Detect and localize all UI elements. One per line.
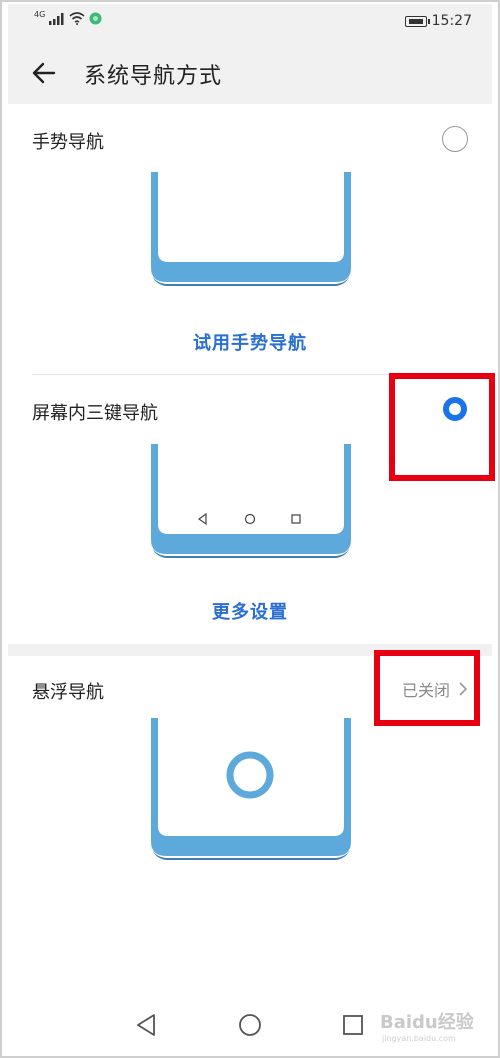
option-three-key-label: 屏幕内三键导航 (32, 403, 158, 424)
option-floating-label: 悬浮导航 (32, 682, 104, 703)
back-button[interactable] (28, 56, 62, 90)
page-title: 系统导航方式 (84, 64, 223, 89)
three-key-illustration (146, 444, 356, 558)
circle-home-icon (244, 513, 256, 525)
nav-back-button[interactable] (134, 1012, 160, 1038)
floating-illustration (146, 718, 356, 860)
network-type: 4G (34, 10, 46, 19)
app-notification-icon (89, 12, 102, 25)
try-gesture-link[interactable]: 试用手势导航 (0, 329, 500, 355)
watermark-url: jingyan.baidu.com (382, 1034, 456, 1043)
more-settings-link[interactable]: 更多设置 (0, 598, 500, 624)
status-left: 4G (34, 10, 102, 25)
app-header: 系统导航方式 (8, 40, 492, 104)
back-triangle-icon (137, 1014, 155, 1036)
status-time: 15:27 (431, 13, 472, 29)
status-right: 15:27 (404, 13, 472, 29)
triangle-back-icon (197, 512, 207, 526)
floating-ball-icon (226, 751, 274, 799)
highlight-three-key-radio (389, 373, 495, 481)
square-recent-icon (291, 514, 301, 524)
arrow-left-icon (32, 62, 56, 84)
battery-icon (404, 15, 430, 27)
signal-icon (49, 12, 64, 25)
nav-home-button[interactable] (237, 1012, 263, 1038)
highlight-floating-status (374, 650, 480, 726)
nav-recents-button[interactable] (340, 1012, 366, 1038)
status-bar: 4G 15:27 (8, 4, 492, 40)
recents-square-icon (343, 1015, 363, 1035)
option-gesture-label: 手势导航 (32, 132, 104, 153)
watermark-logo: Baidu经验 (380, 1012, 474, 1033)
home-circle-icon (239, 1014, 261, 1036)
gesture-radio[interactable] (442, 126, 468, 152)
gesture-illustration (146, 172, 356, 290)
wifi-icon (69, 12, 85, 25)
